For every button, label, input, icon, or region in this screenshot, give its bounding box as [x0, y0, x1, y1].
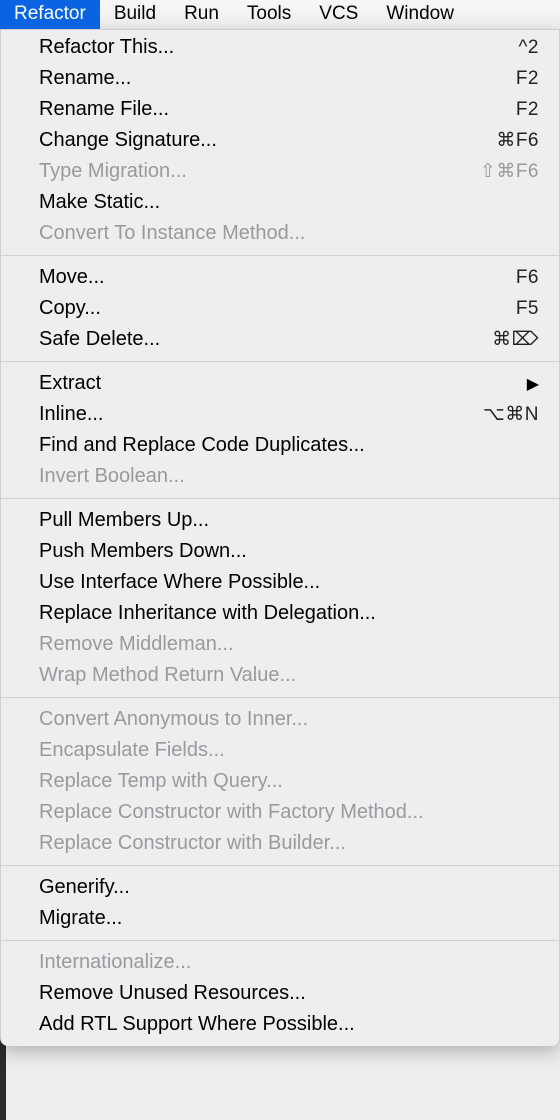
- menu-item-shortcut: F2: [516, 99, 539, 121]
- menu-item-remove-middleman: Remove Middleman...: [1, 629, 559, 660]
- menu-item-convert-to-instance-method: Convert To Instance Method...: [1, 218, 559, 249]
- menu-item-label: Internationalize...: [39, 951, 191, 974]
- menu-item-convert-anonymous-to-inner: Convert Anonymous to Inner...: [1, 704, 559, 735]
- menu-item-label: Use Interface Where Possible...: [39, 571, 320, 594]
- menu-item-shortcut: ⇧⌘F6: [480, 160, 539, 183]
- menu-item-label: Migrate...: [39, 907, 122, 930]
- menu-item-encapsulate-fields: Encapsulate Fields...: [1, 735, 559, 766]
- menu-item-shortcut: ^2: [519, 37, 539, 59]
- menu-item-label: Rename File...: [39, 98, 169, 121]
- menu-item-label: Replace Temp with Query...: [39, 770, 283, 793]
- menu-item-shortcut: ⌘F6: [496, 129, 539, 152]
- menu-item-migrate[interactable]: Migrate...: [1, 903, 559, 934]
- menu-item-shortcut: F6: [516, 267, 539, 289]
- menu-separator: [1, 498, 559, 499]
- menu-separator: [1, 865, 559, 866]
- menu-item-label: Generify...: [39, 876, 130, 899]
- menu-item-label: Refactor This...: [39, 36, 174, 59]
- menu-item-shortcut: ⌘⌦: [492, 328, 539, 351]
- menubar-item-vcs[interactable]: VCS: [305, 0, 372, 29]
- menu-item-change-signature[interactable]: Change Signature... ⌘F6: [1, 125, 559, 156]
- menu-item-invert-boolean: Invert Boolean...: [1, 461, 559, 492]
- menu-item-label: Inline...: [39, 403, 103, 426]
- menu-item-label: Find and Replace Code Duplicates...: [39, 434, 365, 457]
- menu-item-label: Encapsulate Fields...: [39, 739, 225, 762]
- menu-separator: [1, 255, 559, 256]
- menu-separator: [1, 940, 559, 941]
- menu-item-label: Extract: [39, 372, 101, 395]
- menu-item-label: Make Static...: [39, 191, 160, 214]
- menu-item-label: Safe Delete...: [39, 328, 160, 351]
- menu-separator: [1, 697, 559, 698]
- menubar-item-tools[interactable]: Tools: [233, 0, 305, 29]
- menu-item-replace-inheritance-with-delegation[interactable]: Replace Inheritance with Delegation...: [1, 598, 559, 629]
- menu-item-replace-temp-with-query: Replace Temp with Query...: [1, 766, 559, 797]
- menu-item-copy[interactable]: Copy... F5: [1, 293, 559, 324]
- menu-item-label: Change Signature...: [39, 129, 217, 152]
- menu-item-replace-constructor-with-builder: Replace Constructor with Builder...: [1, 828, 559, 859]
- menu-item-remove-unused-resources[interactable]: Remove Unused Resources...: [1, 978, 559, 1009]
- menu-item-use-interface-where-possible[interactable]: Use Interface Where Possible...: [1, 567, 559, 598]
- menu-item-label: Convert Anonymous to Inner...: [39, 708, 308, 731]
- menu-item-label: Rename...: [39, 67, 131, 90]
- menu-item-move[interactable]: Move... F6: [1, 262, 559, 293]
- menu-item-label: Invert Boolean...: [39, 465, 185, 488]
- menu-item-shortcut: F2: [516, 68, 539, 90]
- menu-item-label: Move...: [39, 266, 105, 289]
- menu-item-label: Wrap Method Return Value...: [39, 664, 296, 687]
- menu-item-type-migration: Type Migration... ⇧⌘F6: [1, 156, 559, 187]
- menubar-item-run[interactable]: Run: [170, 0, 233, 29]
- menu-item-rename[interactable]: Rename... F2: [1, 63, 559, 94]
- menu-item-shortcut: ⌥⌘N: [483, 403, 539, 426]
- menu-item-safe-delete[interactable]: Safe Delete... ⌘⌦: [1, 324, 559, 355]
- menu-item-label: Pull Members Up...: [39, 509, 209, 532]
- menu-item-wrap-method-return-value: Wrap Method Return Value...: [1, 660, 559, 691]
- menu-item-internationalize: Internationalize...: [1, 947, 559, 978]
- menu-item-shortcut: F5: [516, 298, 539, 320]
- menu-item-add-rtl-support-where-possible[interactable]: Add RTL Support Where Possible...: [1, 1009, 559, 1040]
- menu-item-make-static[interactable]: Make Static...: [1, 187, 559, 218]
- menu-item-replace-constructor-with-factory-method: Replace Constructor with Factory Method.…: [1, 797, 559, 828]
- menu-item-label: Remove Middleman...: [39, 633, 234, 656]
- menu-item-pull-members-up[interactable]: Pull Members Up...: [1, 505, 559, 536]
- menu-item-push-members-down[interactable]: Push Members Down...: [1, 536, 559, 567]
- menu-item-label: Copy...: [39, 297, 101, 320]
- menu-item-label: Convert To Instance Method...: [39, 222, 305, 245]
- menu-separator: [1, 361, 559, 362]
- menubar-item-build[interactable]: Build: [100, 0, 170, 29]
- menu-item-find-and-replace-code-duplicates[interactable]: Find and Replace Code Duplicates...: [1, 430, 559, 461]
- menubar-item-refactor[interactable]: Refactor: [0, 0, 100, 29]
- menu-item-generify[interactable]: Generify...: [1, 872, 559, 903]
- menu-item-label: Replace Constructor with Builder...: [39, 832, 346, 855]
- menu-item-label: Remove Unused Resources...: [39, 982, 306, 1005]
- menu-item-label: Replace Inheritance with Delegation...: [39, 602, 376, 625]
- refactor-menu-panel: Refactor This...^2Rename...F2Rename File…: [0, 29, 560, 1046]
- menubar-item-window[interactable]: Window: [372, 0, 468, 29]
- menu-item-extract[interactable]: Extract ▶: [1, 368, 559, 399]
- menu-item-refactor-this[interactable]: Refactor This... ^2: [1, 32, 559, 63]
- menu-item-rename-file[interactable]: Rename File... F2: [1, 94, 559, 125]
- menu-item-inline[interactable]: Inline... ⌥⌘N: [1, 399, 559, 430]
- menu-item-label: Replace Constructor with Factory Method.…: [39, 801, 424, 824]
- menubar: RefactorBuildRunToolsVCSWindow: [0, 0, 560, 30]
- menu-item-label: Add RTL Support Where Possible...: [39, 1013, 355, 1036]
- menu-item-label: Push Members Down...: [39, 540, 247, 563]
- menu-item-label: Type Migration...: [39, 160, 187, 183]
- chevron-right-icon: ▶: [527, 374, 539, 394]
